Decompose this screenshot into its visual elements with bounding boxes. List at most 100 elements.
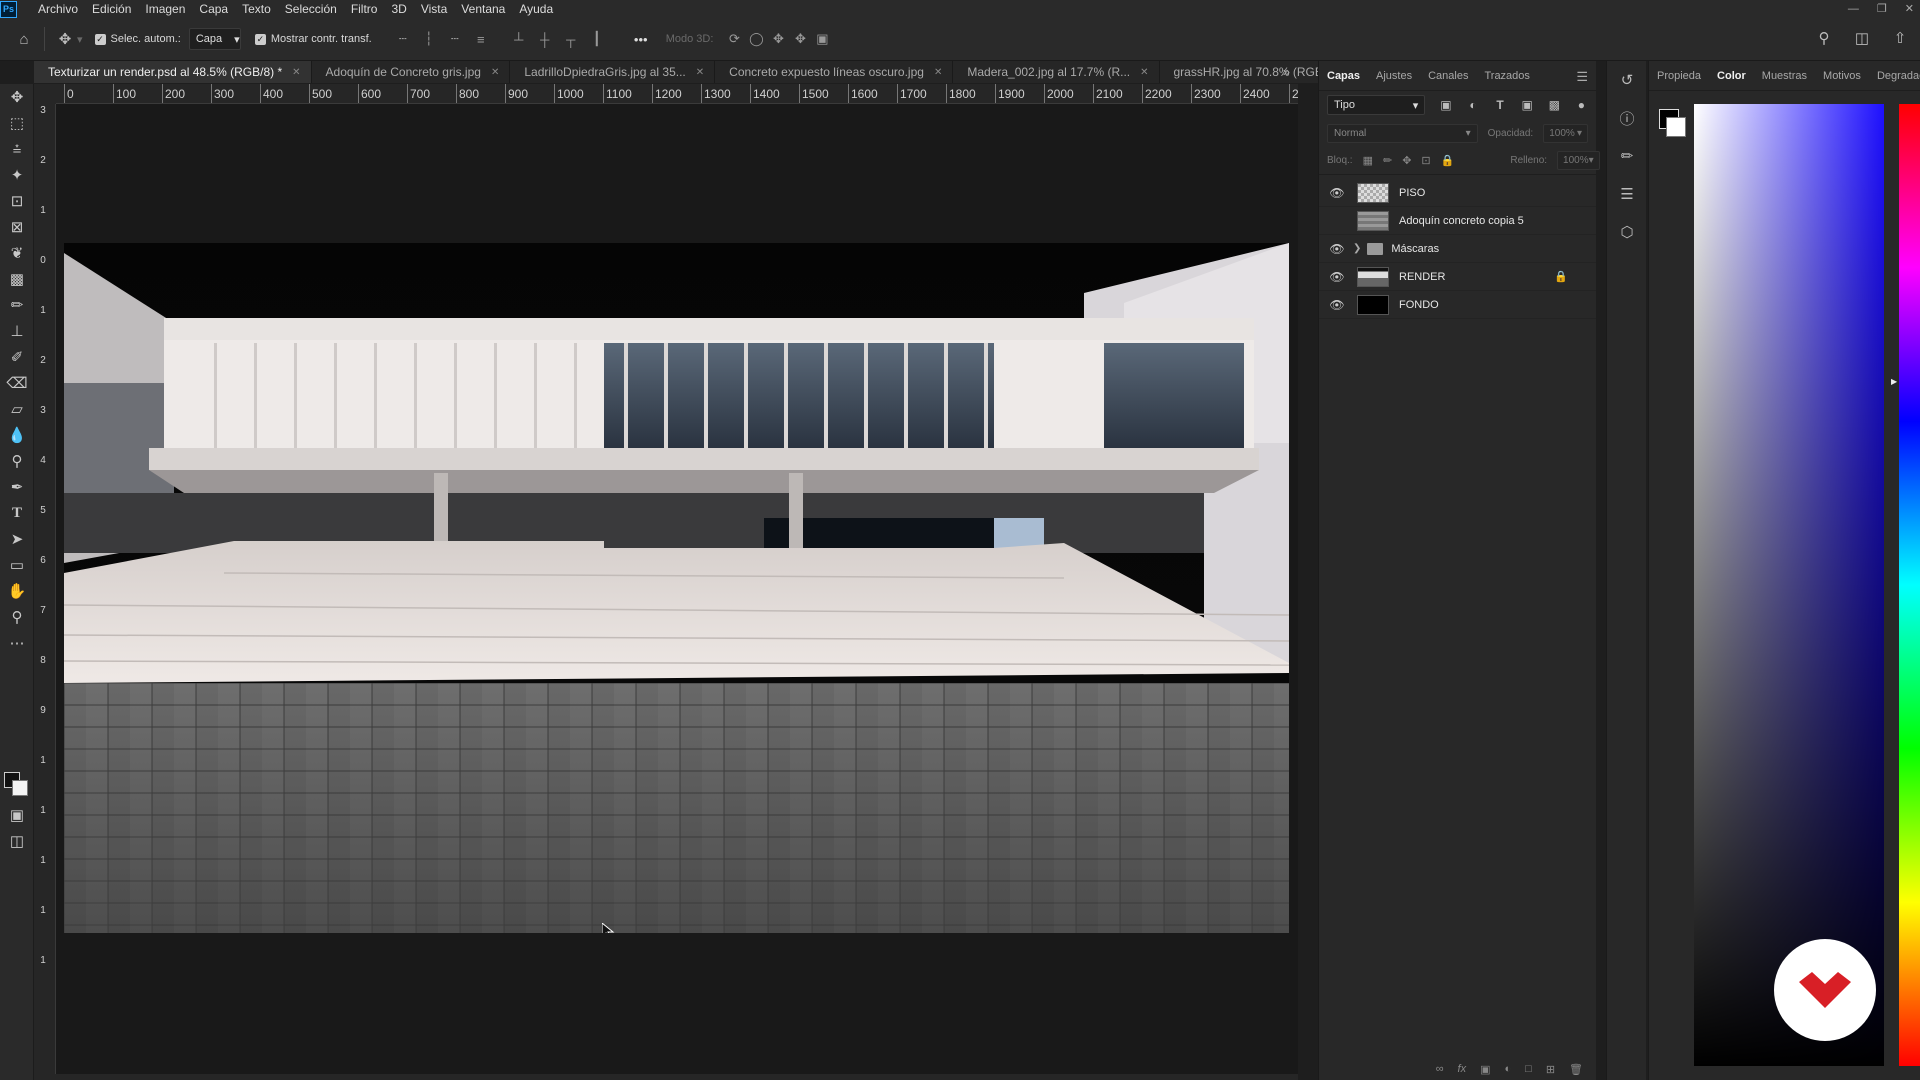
lock-artboard-icon[interactable]: ⊡: [1421, 154, 1430, 167]
move-tool-preset-icon[interactable]: ✥: [53, 27, 77, 51]
filter-adjustment-icon[interactable]: ◐: [1466, 98, 1479, 112]
healing-brush-icon[interactable]: ▩: [0, 266, 34, 292]
menu-filtro[interactable]: Filtro: [344, 0, 385, 18]
link-icon[interactable]: ∞: [1436, 1063, 1444, 1075]
layer-filter-dropdown[interactable]: Tipo ▾: [1327, 95, 1426, 115]
adjustments-icon[interactable]: ☰: [1607, 175, 1647, 213]
lock-all-icon[interactable]: 🔒: [1441, 154, 1455, 167]
frame-tool-icon[interactable]: ⊠: [0, 214, 34, 240]
menu-edicion[interactable]: Edición: [85, 0, 138, 18]
more-options-icon[interactable]: •••: [630, 28, 652, 50]
lock-pixels-icon[interactable]: ✏: [1383, 154, 1392, 167]
eye-hidden-icon[interactable]: 👁: [1329, 214, 1345, 228]
workspace-icon[interactable]: ◫: [1850, 26, 1874, 50]
path-selection-icon[interactable]: ➤: [0, 526, 34, 552]
close-icon[interactable]: ✕: [696, 67, 704, 78]
history-brush-icon[interactable]: ✐: [0, 344, 34, 370]
panel-menu-icon[interactable]: ☰: [1576, 69, 1588, 85]
fx-icon[interactable]: fx: [1458, 1063, 1467, 1075]
restore-icon[interactable]: ❐: [1877, 0, 1887, 18]
hue-slider[interactable]: [1899, 104, 1920, 1066]
filter-pixel-icon[interactable]: ▣: [1439, 98, 1452, 112]
show-transform-option[interactable]: ✓ Mostrar contr. transf.: [254, 33, 372, 45]
brush-settings-icon[interactable]: ✏: [1607, 137, 1647, 175]
history-icon[interactable]: ↺: [1607, 61, 1647, 99]
add-mask-icon[interactable]: ▣: [1480, 1063, 1490, 1076]
menu-ayuda[interactable]: Ayuda: [512, 0, 560, 18]
move-tool-icon[interactable]: ✥: [0, 84, 34, 110]
blend-mode-dropdown[interactable]: Normal ▾: [1327, 123, 1478, 143]
tab-color[interactable]: Color: [1717, 70, 1756, 82]
chevron-right-icon[interactable]: ❯: [1353, 243, 1361, 254]
eye-icon[interactable]: 👁: [1329, 186, 1345, 200]
pen-tool-icon[interactable]: ✒: [0, 474, 34, 500]
distribute-vertical-icon[interactable]: ┃: [586, 28, 608, 50]
tab-adoquin[interactable]: Adoquín de Concreto gris.jpg ✕: [311, 61, 511, 83]
align-middle-icon[interactable]: ┼: [534, 28, 556, 50]
menu-3d[interactable]: 3D: [384, 0, 413, 18]
filter-shape-icon[interactable]: ▣: [1521, 98, 1534, 112]
brush-tool-icon[interactable]: ✏: [0, 292, 34, 318]
auto-select-option[interactable]: ✓ Selec. autom.:: [94, 33, 181, 45]
home-icon[interactable]: ⌂: [12, 27, 36, 51]
share-icon[interactable]: ⇧: [1888, 26, 1912, 50]
menu-vista[interactable]: Vista: [414, 0, 454, 18]
marquee-tool-icon[interactable]: ⬚: [0, 110, 34, 136]
tab-ladrillo[interactable]: LadrilloDpiedraGris.jpg al 35... ✕: [510, 61, 716, 83]
align-top-icon[interactable]: ┴: [508, 28, 530, 50]
new-layer-icon[interactable]: ⊞: [1546, 1063, 1555, 1076]
3d-cube-icon[interactable]: ⬡: [1607, 213, 1647, 251]
layer-row-piso[interactable]: 👁 PISO: [1319, 179, 1596, 207]
eraser-icon[interactable]: ⌫: [0, 370, 34, 396]
eye-icon[interactable]: 👁: [1329, 242, 1345, 256]
close-icon[interactable]: ✕: [934, 67, 942, 78]
lasso-tool-icon[interactable]: ⩮: [0, 136, 34, 162]
close-icon[interactable]: ✕: [1905, 0, 1914, 18]
opacity-field[interactable]: 100% ▾: [1543, 123, 1588, 143]
auto-select-dropdown[interactable]: Capa ▾: [188, 28, 241, 50]
eye-icon[interactable]: 👁: [1329, 270, 1345, 284]
stamp-tool-icon[interactable]: ⊥: [0, 318, 34, 344]
screen-mode-icon[interactable]: ◫: [0, 828, 34, 854]
blur-tool-icon[interactable]: 💧: [0, 422, 34, 448]
align-right-icon[interactable]: ┄: [444, 28, 466, 50]
menu-capa[interactable]: Capa: [192, 0, 235, 18]
tab-motivos[interactable]: Motivos: [1823, 70, 1871, 82]
eyedropper-icon[interactable]: ❦: [0, 240, 34, 266]
orbit-3d-icon[interactable]: ⟳: [723, 28, 745, 50]
tab-propiedades[interactable]: Propieda: [1657, 70, 1711, 82]
more-tools-icon[interactable]: ⋯: [0, 630, 34, 656]
info-icon[interactable]: ⓘ: [1607, 99, 1647, 137]
lock-position-icon[interactable]: ✥: [1402, 154, 1411, 167]
color-field[interactable]: [1694, 104, 1884, 1066]
adjustment-layer-icon[interactable]: ◐: [1505, 1063, 1512, 1075]
trash-icon[interactable]: 🗑: [1569, 1063, 1583, 1076]
camera-3d-icon[interactable]: ▣: [811, 28, 833, 50]
hue-slider-handle[interactable]: ▶: [1891, 377, 1897, 386]
lock-transparency-icon[interactable]: ▦: [1363, 154, 1373, 167]
roll-3d-icon[interactable]: ◯: [745, 28, 767, 50]
filter-type-icon[interactable]: T: [1494, 98, 1507, 112]
align-bottom-icon[interactable]: ┬: [560, 28, 582, 50]
close-icon[interactable]: ✕: [1140, 67, 1148, 78]
hand-tool-icon[interactable]: ✋: [0, 578, 34, 604]
eye-icon[interactable]: 👁: [1329, 298, 1345, 312]
tab-ajustes[interactable]: Ajustes: [1376, 70, 1422, 82]
horizontal-ruler[interactable]: 0 100 200 300 400 500 600 700 800 900 1000 1100 1200…: [56, 84, 1298, 104]
quick-mask-icon[interactable]: ▣: [0, 802, 34, 828]
chevron-down-icon[interactable]: ▾: [77, 33, 83, 46]
layer-row-fondo[interactable]: 👁 FONDO: [1319, 291, 1596, 319]
tab-madera[interactable]: Madera_002.jpg al 17.7% (R... ✕: [953, 61, 1160, 83]
canvas-area[interactable]: [56, 104, 1298, 1080]
auto-select-checkbox[interactable]: ✓: [94, 33, 106, 45]
slide-3d-icon[interactable]: ✥: [789, 28, 811, 50]
vertical-ruler[interactable]: 3 2 1 0 1 2 3 4 5 6 7 8 9 1 1 1 1 1: [34, 104, 56, 1080]
minimize-icon[interactable]: —: [1848, 0, 1859, 18]
tab-capas[interactable]: Capas: [1327, 70, 1370, 82]
tab-trazados[interactable]: Trazados: [1484, 70, 1539, 82]
layer-row-render[interactable]: 👁 RENDER 🔒: [1319, 263, 1596, 291]
distribute-icon[interactable]: ≡: [470, 28, 492, 50]
type-tool-icon[interactable]: T: [0, 500, 34, 526]
zoom-tool-icon[interactable]: ⚲: [0, 604, 34, 630]
background-color-swatch[interactable]: [12, 780, 28, 796]
